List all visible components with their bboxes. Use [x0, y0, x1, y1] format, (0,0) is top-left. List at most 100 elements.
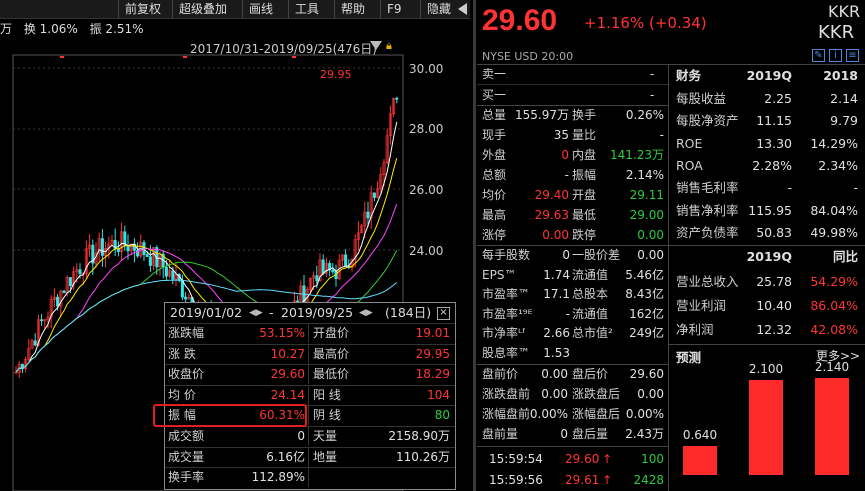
finance-label: 营业利润	[676, 298, 727, 313]
quote-value: 35	[553, 128, 569, 142]
candle-body	[395, 97, 399, 100]
candle-body	[321, 259, 325, 274]
panel-divider[interactable]	[473, 0, 476, 491]
quote-value: 29.11	[629, 188, 664, 202]
finance-col1: 2019Q	[746, 68, 792, 83]
close-icon[interactable]: ×	[437, 307, 450, 320]
popup-label: 均 价	[168, 387, 196, 402]
high-price-marker: 29.95	[320, 68, 352, 81]
quote-value: 29.40	[534, 188, 569, 202]
quote-label: 量比	[572, 128, 597, 142]
popup-value: 6.16亿	[266, 449, 305, 464]
book-divider	[477, 84, 668, 85]
popup-label: 成交额	[168, 429, 205, 443]
y-tick-26: 26.00	[409, 183, 444, 197]
candle-body	[56, 296, 60, 307]
popup-label: 地量	[313, 449, 338, 464]
candle-body	[315, 275, 319, 282]
forecast-bar	[815, 377, 849, 475]
forecast-bar	[749, 379, 783, 475]
share-label: 市盈率¹⁹ᴱ	[482, 306, 533, 321]
menu-super-overlay[interactable]: 超级叠加	[172, 0, 233, 18]
tick-up-arrow-icon: ↑	[602, 452, 613, 466]
date-to-spinner-icon[interactable]: ◀▶	[359, 303, 373, 323]
finance-value: 14.29%	[810, 135, 858, 151]
y-tick-24: 24.00	[409, 244, 444, 258]
menu-tools[interactable]: 工具	[288, 0, 325, 18]
finance-label: 销售净利率	[676, 202, 739, 218]
quote-value: 0.00	[542, 228, 569, 242]
extended-value: 0.00	[637, 387, 664, 401]
last-price: 29.60	[482, 4, 558, 37]
candle-body	[164, 266, 168, 277]
popup-cell-divider	[308, 324, 309, 343]
quote-value: 29.63	[534, 208, 569, 222]
date-from-spinner-icon[interactable]: ◀▶	[249, 303, 263, 323]
forecast-bar-label: 2.140	[814, 359, 850, 374]
popup-label: 最低价	[313, 367, 350, 382]
finance-row: 净利润 12.32 42.08%	[676, 319, 864, 341]
share-label: 总股本	[572, 287, 609, 301]
share-value: 1.74	[543, 267, 570, 282]
collapse-arrow-icon[interactable]	[458, 3, 467, 15]
extended-label: 涨跌盘前	[482, 387, 531, 401]
extended-label: 涨幅盘后	[572, 407, 621, 421]
info-icon[interactable]: i	[829, 49, 842, 62]
lock-icon[interactable]: 🔒︎	[386, 40, 396, 52]
finance-value: 50.83	[756, 224, 792, 240]
tick-time: 15:59:54	[489, 452, 543, 466]
buy1-value: -	[650, 88, 655, 102]
candle-body	[344, 254, 348, 267]
finance-value: -	[853, 180, 858, 196]
quote-label: 外盘	[482, 148, 507, 162]
finance2-col1: 2019Q	[746, 249, 792, 264]
finance-value: 2.25	[764, 91, 792, 106]
candle-body	[171, 270, 175, 280]
popup-value: 18.29	[415, 367, 450, 382]
finance-row: 销售净利率 115.95 84.04%	[676, 200, 864, 222]
share-value: 249亿	[629, 326, 664, 340]
extended-value: 0.00	[541, 387, 568, 401]
popup-cell-divider	[308, 365, 309, 385]
popup-cell-divider	[308, 427, 309, 446]
quote-label: 开盘	[572, 188, 597, 202]
popup-cell-divider	[308, 468, 309, 488]
finance-yoy: 42.08%	[810, 322, 858, 337]
menu-help[interactable]: 帮助	[334, 0, 371, 18]
share-value: 0	[562, 248, 570, 262]
edit-icon[interactable]: ✎	[812, 49, 825, 62]
finance-value: -	[787, 180, 792, 196]
range-dropdown-icon[interactable]	[370, 41, 382, 50]
popup-value: 19.01	[415, 326, 450, 340]
candle-body	[145, 254, 149, 257]
share-value: 5.46亿	[625, 267, 664, 282]
menu-icon[interactable]: ≡	[846, 49, 859, 62]
menu-draw-line[interactable]: 画线	[242, 0, 279, 18]
finance-value: 2.28%	[752, 157, 792, 173]
candle-body	[62, 290, 66, 293]
extended-value: 0.00%	[529, 407, 568, 421]
candle-body	[372, 192, 376, 198]
finance-yoy: 54.29%	[810, 274, 858, 289]
finance-row: ROE 13.30 14.29%	[676, 133, 864, 155]
popup-value: 2158.90万	[388, 429, 450, 443]
popup-label: 天量	[313, 429, 338, 443]
finance-value: 84.04%	[810, 202, 858, 218]
popup-row: 成交额 0 天量 2158.90万	[165, 426, 455, 446]
share-label: 市净率ᴸᶠ	[482, 326, 526, 340]
extended-value: 0.00%	[625, 407, 664, 421]
candle-body	[78, 269, 82, 274]
stats-amplitude: 振 2.51%	[89, 22, 144, 36]
quote-value: 155.97万	[515, 108, 569, 122]
quote-value: 141.23万	[610, 148, 664, 162]
share-label: 股息率™	[482, 345, 531, 360]
finance-label: 资产负债率	[676, 224, 739, 240]
finance-label: ROA	[676, 157, 703, 173]
menu-f9[interactable]: F9	[380, 0, 408, 18]
tick-up-arrow-icon: ↑	[602, 473, 613, 487]
menu-hide[interactable]: 隐藏	[420, 0, 457, 18]
extended-value: 2.43万	[625, 427, 664, 441]
menu-forward-adjust[interactable]: 前复权	[118, 0, 167, 18]
buy1-label: 买一	[482, 88, 507, 102]
sell1-value: -	[650, 67, 655, 81]
